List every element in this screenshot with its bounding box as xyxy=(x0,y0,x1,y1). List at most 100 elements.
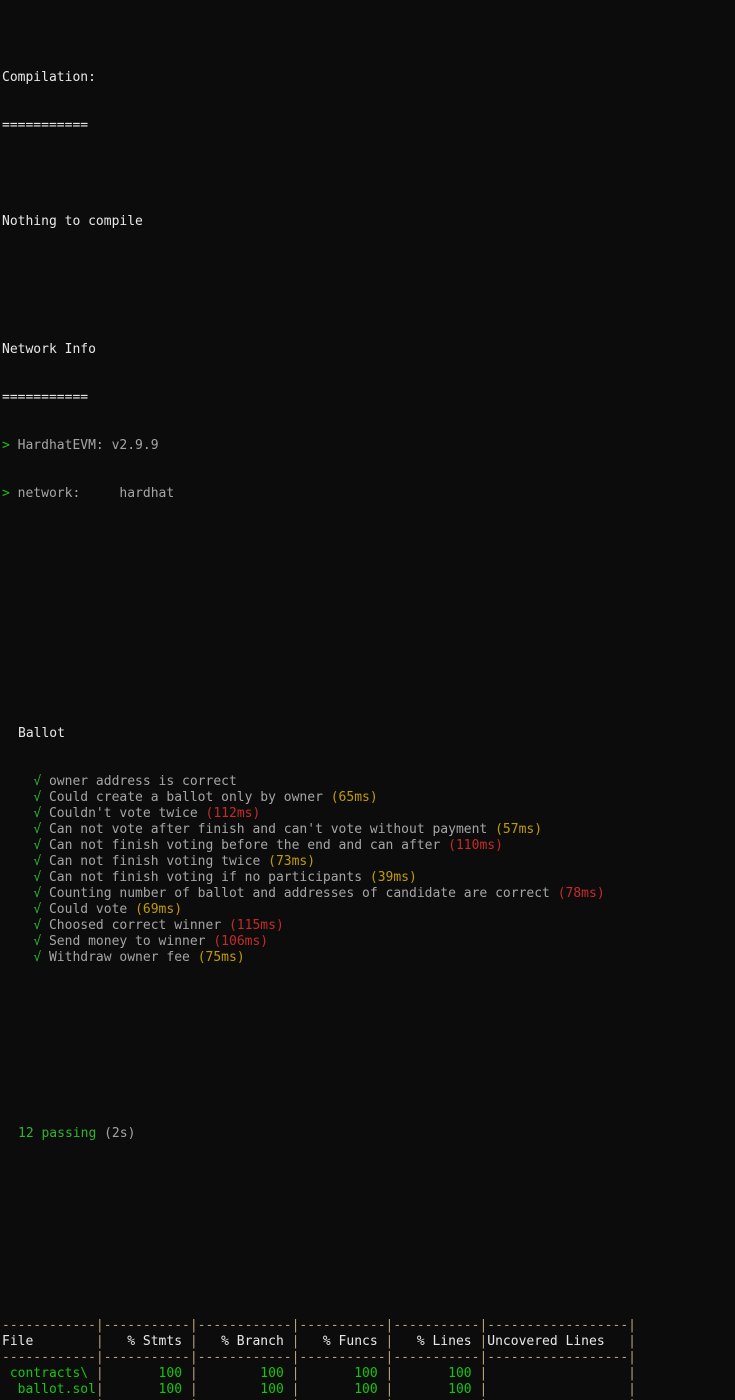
table-column-divider: | xyxy=(628,1350,636,1365)
test-duration-gap xyxy=(550,886,558,901)
compilation-message-text: Nothing to compile xyxy=(2,214,143,229)
table-column-divider: | xyxy=(479,1366,488,1381)
compilation-heading: Compilation: xyxy=(0,70,735,86)
test-duration: (110ms) xyxy=(448,838,503,853)
test-summary-sep xyxy=(96,1126,104,1141)
table-cell-branch: 100 xyxy=(197,1382,292,1397)
table-column-divider: | xyxy=(189,1350,198,1365)
test-duration-gap xyxy=(221,918,229,933)
test-duration-gap xyxy=(260,854,268,869)
test-duration-gap xyxy=(206,934,214,949)
test-gap xyxy=(41,854,49,869)
table-column-divider: | xyxy=(292,1398,300,1400)
test-result-row: √ Withdraw owner fee (75ms) xyxy=(0,950,735,966)
test-title: Can not finish voting before the end and… xyxy=(48,838,441,853)
check-icon: √ xyxy=(33,806,42,821)
table-column-divider: | xyxy=(189,1334,198,1349)
network-evm-gap xyxy=(104,438,112,453)
network-heading: Network Info xyxy=(0,342,735,358)
test-duration: (39ms) xyxy=(369,870,417,885)
table-column-divider: | xyxy=(189,1366,198,1381)
network-row-network: > network: hardhat xyxy=(0,486,735,502)
check-icon: √ xyxy=(33,854,42,869)
table-separator-dashes: ------------------ xyxy=(487,1398,628,1400)
test-title: Send money to winner xyxy=(48,934,206,949)
test-duration-gap xyxy=(362,870,370,885)
check-icon: √ xyxy=(33,838,42,853)
table-column-divider: | xyxy=(95,1366,104,1381)
table-column-divider: | xyxy=(479,1350,488,1365)
table-column-divider: | xyxy=(628,1366,636,1381)
test-indent xyxy=(2,838,33,853)
check-icon: √ xyxy=(33,902,42,917)
table-separator-dashes: ----------- xyxy=(299,1398,385,1400)
compilation-underline: =========== xyxy=(0,118,735,134)
table-column-divider: | xyxy=(385,1318,394,1333)
test-gap xyxy=(41,838,49,853)
test-duration: (57ms) xyxy=(495,822,543,837)
table-cell-file: contracts\ xyxy=(2,1366,96,1381)
table-column-divider: | xyxy=(291,1334,300,1349)
table-column-divider: | xyxy=(385,1334,394,1349)
table-header-cell: % Branch xyxy=(197,1334,292,1349)
test-gap xyxy=(41,822,49,837)
table-cell-lines: 100 xyxy=(393,1382,480,1397)
test-gap xyxy=(41,918,49,933)
test-gap xyxy=(41,886,49,901)
table-separator-dashes: ----------- xyxy=(393,1398,479,1400)
table-column-divider: | xyxy=(291,1366,300,1381)
test-result-row: √ Choosed correct winner (115ms) xyxy=(0,918,735,934)
test-gap xyxy=(41,950,49,965)
test-summary-elapsed: (2s) xyxy=(104,1126,136,1141)
test-title: Counting number of ballot and addresses … xyxy=(48,886,550,901)
table-separator-dashes: ------------ xyxy=(197,1318,292,1333)
test-gap xyxy=(41,870,49,885)
table-separator-dashes: ----------- xyxy=(103,1318,190,1333)
test-duration: (106ms) xyxy=(213,934,269,949)
prompt-caret-icon: > xyxy=(2,438,10,453)
table-header-cell: % Lines xyxy=(393,1334,480,1349)
check-icon: √ xyxy=(33,790,42,805)
table-cell-lines: 100 xyxy=(393,1366,480,1381)
table-column-divider: | xyxy=(95,1382,104,1397)
test-indent xyxy=(2,902,33,917)
test-suite-title-text: Ballot xyxy=(18,726,65,741)
table-cell-stmts: 100 xyxy=(103,1382,190,1397)
table-header-cell: Uncovered Lines xyxy=(487,1334,629,1349)
table-separator-row: ------------|-----------|------------|--… xyxy=(0,1350,735,1366)
table-cell-file: ballot.sol xyxy=(2,1382,96,1397)
test-duration-gap xyxy=(198,806,206,821)
test-duration: (78ms) xyxy=(557,886,605,901)
table-column-divider: | xyxy=(291,1382,300,1397)
network-net-label-text: network: xyxy=(17,486,81,501)
test-indent xyxy=(2,918,33,933)
test-list: √ owner address is correct √ Could creat… xyxy=(0,774,735,966)
test-summary: 12 passing (2s) xyxy=(0,1126,735,1142)
table-column-divider: | xyxy=(386,1398,394,1400)
test-result-row: √ Can not finish voting before the end a… xyxy=(0,838,735,854)
test-duration-gap xyxy=(440,838,448,853)
test-gap xyxy=(41,934,49,949)
compilation-message: Nothing to compile xyxy=(0,214,735,230)
network-net-value: hardhat xyxy=(119,486,175,501)
test-result-row: √ Can not vote after finish and can't vo… xyxy=(0,822,735,838)
table-column-divider: | xyxy=(189,1318,198,1333)
test-duration-gap xyxy=(127,902,135,917)
network-evm-value: v2.9.9 xyxy=(111,438,159,453)
network-underline: =========== xyxy=(0,390,735,406)
table-column-divider: | xyxy=(479,1398,487,1400)
table-separator-dashes: ----------- xyxy=(104,1398,190,1400)
table-separator-dashes: ------------ xyxy=(2,1350,96,1365)
table-header-cell: File xyxy=(2,1334,96,1349)
test-duration-gap xyxy=(487,822,495,837)
table-cell-funcs: 100 xyxy=(299,1382,386,1397)
test-duration-gap xyxy=(190,950,198,965)
table-column-divider: | xyxy=(385,1350,394,1365)
table-separator-dashes: ------------ xyxy=(2,1398,96,1400)
table-cell-branch: 100 xyxy=(197,1366,292,1381)
coverage-table: ------------|-----------|------------|--… xyxy=(0,1318,735,1400)
